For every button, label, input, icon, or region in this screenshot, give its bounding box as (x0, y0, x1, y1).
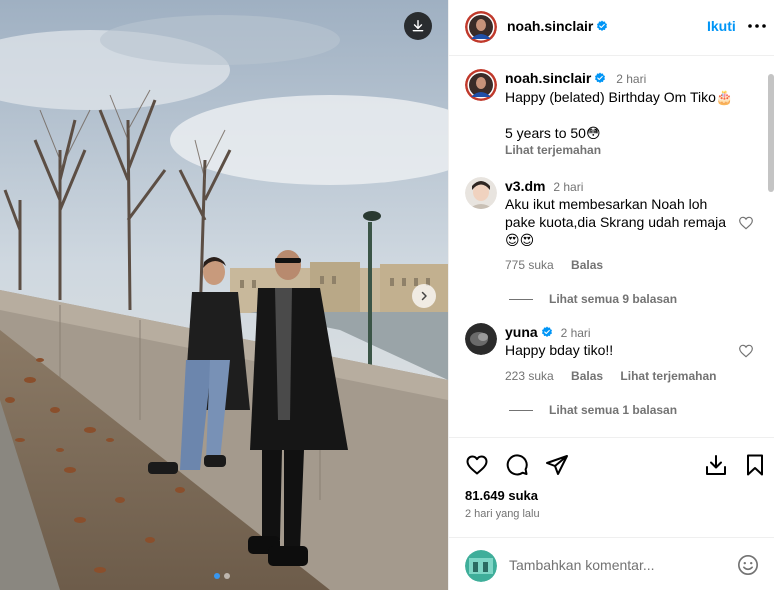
replies-divider (509, 298, 533, 300)
caption-avatar-image (465, 69, 497, 101)
caption-author-avatar[interactable] (465, 69, 497, 101)
comment-time: 2 hari (553, 180, 584, 194)
emoji-icon[interactable] (737, 554, 759, 576)
comment-time: 2 hari (560, 326, 591, 340)
author-username[interactable]: noah.sinclair (507, 18, 593, 34)
comment-translate-button[interactable]: Lihat terjemahan (620, 369, 716, 383)
bookmark-icon[interactable] (743, 453, 767, 477)
verified-badge-icon (597, 20, 608, 31)
comments-scrollbar[interactable] (768, 74, 774, 192)
comment-username[interactable]: v3.dm (505, 178, 545, 194)
viewer-avatar (465, 550, 497, 582)
caption-username[interactable]: noah.sinclair (505, 70, 591, 86)
caption-line-2: 5 years to 50😳 (505, 125, 601, 141)
view-replies-label[interactable]: Lihat semua 1 balasan (549, 403, 677, 417)
post-details-panel: noah.sinclair Ikuti noah.sinclair 2 hari… (448, 0, 774, 590)
caption-translate-link[interactable]: Lihat terjemahan (505, 143, 755, 157)
follow-button[interactable]: Ikuti (707, 18, 736, 34)
comment-composer (449, 537, 774, 590)
replies-divider (509, 409, 533, 411)
carousel-dot (224, 573, 230, 579)
comment-input[interactable] (509, 554, 729, 576)
comment-username[interactable]: yuna (505, 324, 538, 340)
comment-reply-button[interactable]: Balas (571, 369, 603, 383)
caption-block: noah.sinclair 2 hari Happy (belated) Bir… (505, 70, 755, 157)
viewer-avatar-image (465, 550, 497, 582)
post-header: noah.sinclair Ikuti (449, 0, 774, 56)
comment-text-line: 😍😍 (505, 232, 535, 248)
comments-list[interactable]: noah.sinclair 2 hari Happy (belated) Bir… (449, 57, 774, 437)
verified-badge-icon (541, 326, 552, 337)
author-avatar-image (465, 11, 497, 43)
comment-avatar[interactable] (465, 177, 497, 209)
post-like-count[interactable]: 81.649 suka (465, 488, 538, 503)
comment-like-count: 775 suka (505, 258, 554, 272)
comment-avatar[interactable] (465, 323, 497, 355)
download-icon[interactable] (704, 453, 728, 477)
view-replies-button[interactable]: Lihat semua 9 balasan (509, 292, 677, 306)
caption-line-1: Happy (belated) Birthday Om Tiko🎂 (505, 89, 734, 105)
carousel-dot-active (214, 573, 220, 579)
comment-icon[interactable] (505, 453, 529, 477)
comment-text-line: Aku ikut membesarkan Noah loh (505, 196, 708, 212)
more-horizontal-icon[interactable] (745, 14, 769, 38)
download-icon (412, 20, 424, 32)
photo-scene (0, 0, 448, 590)
chevron-right-icon (421, 291, 427, 301)
author-avatar[interactable] (465, 11, 497, 43)
post-timestamp: 2 hari yang lalu (465, 508, 540, 520)
comment-like-heart-icon[interactable] (738, 343, 754, 359)
comment-avatar-image (465, 323, 497, 355)
post-photo[interactable] (0, 0, 448, 590)
comment-item: yuna 2 hari Happy bday tiko!! (505, 324, 745, 359)
paper-plane-icon[interactable] (545, 453, 569, 477)
comment-item: v3.dm 2 hari Aku ikut membesarkan Noah l… (505, 178, 745, 249)
next-photo-button[interactable] (412, 284, 436, 308)
comment-like-count: 223 suka (505, 369, 554, 383)
post-viewer: noah.sinclair Ikuti noah.sinclair 2 hari… (0, 0, 774, 590)
carousel-indicator (214, 573, 230, 579)
view-replies-button[interactable]: Lihat semua 1 balasan (509, 403, 677, 417)
comment-like-heart-icon[interactable] (738, 215, 754, 231)
download-photo-button[interactable] (404, 12, 432, 40)
comment-avatar-image (465, 177, 497, 209)
author-name-row: noah.sinclair (507, 18, 608, 34)
verified-badge-icon (595, 72, 606, 83)
comment-meta: 223 suka Balas Lihat terjemahan (505, 369, 730, 383)
heart-icon[interactable] (465, 453, 489, 477)
caption-time: 2 hari (616, 72, 647, 86)
post-actions: 81.649 suka 2 hari yang lalu (449, 437, 774, 537)
comment-meta: 775 suka Balas (505, 258, 617, 272)
comment-text-line: Happy bday tiko!! (505, 342, 614, 358)
comment-text-line: pake kuota,dia Skrang udah remaja (505, 214, 727, 230)
view-replies-label[interactable]: Lihat semua 9 balasan (549, 292, 677, 306)
comment-reply-button[interactable]: Balas (571, 258, 603, 272)
